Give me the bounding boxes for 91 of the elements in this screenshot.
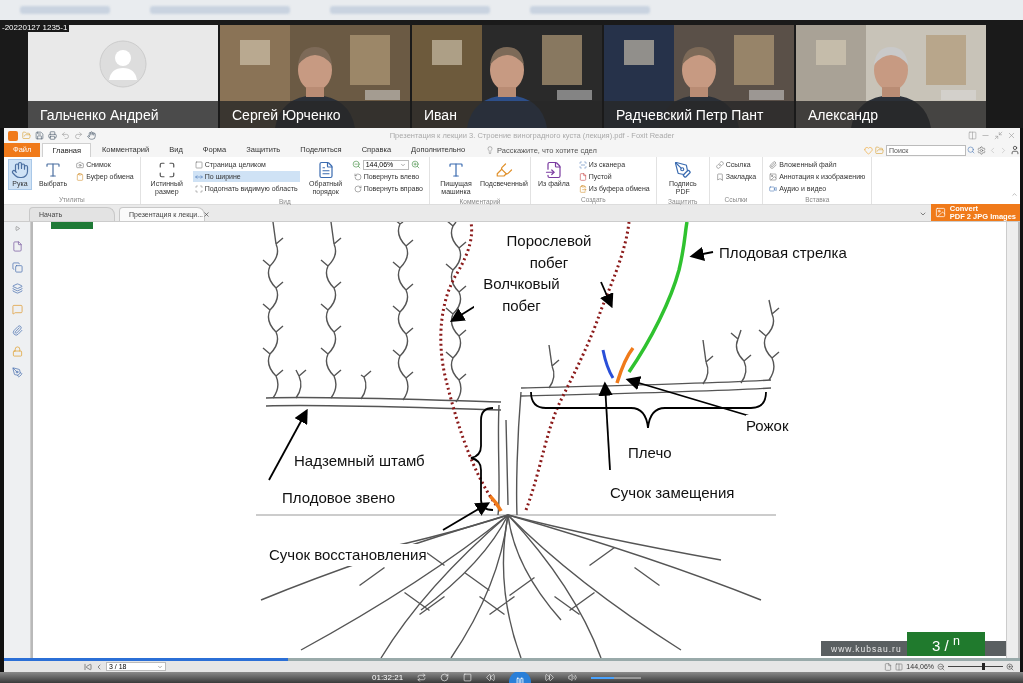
rotate-right-icon	[353, 184, 362, 193]
participant-name: Александр	[808, 106, 879, 123]
search-icon	[967, 146, 975, 154]
user-icon	[1010, 145, 1020, 155]
avatar-icon	[99, 39, 147, 88]
replacement-bud-mark	[601, 349, 615, 379]
link-icon	[715, 160, 724, 169]
spur-mark	[615, 346, 635, 384]
rotate-left-icon	[353, 172, 362, 181]
image-icon	[769, 172, 778, 181]
layers-icon	[11, 283, 23, 294]
paperclip-icon	[11, 325, 23, 336]
refresh-icon	[440, 673, 450, 682]
clipboard-icon	[578, 184, 587, 193]
single-page-icon	[884, 662, 893, 671]
fast-forward-icon	[545, 673, 555, 682]
camera-icon	[76, 160, 85, 169]
expand-icon	[14, 226, 20, 231]
page-icon	[194, 160, 203, 169]
lightbulb-icon	[486, 146, 495, 154]
participant-name: Иван	[424, 106, 457, 123]
zoom-in-icon	[1006, 662, 1014, 671]
diagram-label: Сучок восстановления	[269, 544, 427, 566]
hand-icon	[11, 161, 29, 179]
text-cursor-icon	[44, 161, 63, 179]
width-icon	[194, 172, 203, 181]
document-icon	[544, 161, 563, 179]
comment-icon	[11, 304, 23, 315]
caret-icon	[399, 161, 406, 168]
repeat-icon	[417, 673, 427, 682]
document-icon	[316, 161, 335, 179]
restore-icon	[994, 131, 1003, 140]
participant-name: Сергей Юрченко	[232, 106, 341, 123]
logo-icon	[51, 222, 93, 229]
caret-icon	[157, 663, 163, 670]
blank-page-icon	[578, 172, 587, 181]
fit-icon	[194, 184, 203, 193]
clipboard-icon	[76, 172, 85, 181]
zoom-out-icon	[937, 662, 945, 671]
arrow	[442, 502, 491, 531]
previous-page-icon	[95, 662, 103, 671]
volume-slider[interactable]	[591, 676, 642, 679]
app-logo-icon	[8, 130, 18, 141]
bookmark-icon	[715, 172, 724, 181]
pause-icon	[515, 676, 526, 683]
two-page-icon	[895, 662, 904, 671]
layout-icon	[968, 131, 977, 140]
arrow	[689, 246, 714, 261]
rewind-icon	[486, 673, 496, 682]
close-icon	[1007, 131, 1016, 140]
page-badge: 3 / $^{n}$	[907, 632, 985, 656]
arrow	[600, 281, 614, 309]
folder-icon	[22, 131, 31, 140]
paperclip-icon	[769, 160, 778, 169]
recording-label: -20220127 1235-1	[0, 23, 70, 32]
participant-name: Радчевский Петр Пант	[616, 106, 764, 123]
frame-icon	[157, 161, 176, 179]
signature-icon	[11, 367, 23, 378]
heart-icon	[864, 145, 873, 155]
spur-mark	[488, 494, 503, 512]
zoom-in-icon	[410, 160, 420, 169]
text-icon	[446, 161, 465, 179]
lock-icon	[11, 346, 23, 357]
close-icon[interactable]	[203, 211, 211, 218]
scrollbar[interactable]	[1006, 222, 1018, 658]
site-address: www.kubsau.ru	[831, 643, 902, 654]
video-icon	[769, 184, 778, 193]
scanner-icon	[578, 160, 587, 169]
folder-icon	[875, 145, 884, 155]
stop-icon	[463, 673, 473, 682]
undo-icon	[61, 131, 70, 140]
zoom-out-icon	[351, 160, 361, 169]
highlighter-icon	[494, 161, 513, 179]
settings-icon	[977, 145, 986, 155]
page-icon	[11, 241, 23, 252]
participant-name: Гальченко Андрей	[40, 106, 159, 123]
pages-icon	[11, 262, 23, 273]
pen-icon	[673, 161, 692, 179]
print-icon	[48, 131, 57, 140]
volume-icon	[568, 673, 578, 682]
collapse-icon	[1011, 191, 1018, 198]
forward-icon	[999, 145, 1008, 155]
playback-time: 01:32:21	[372, 673, 404, 682]
save-icon	[35, 131, 44, 140]
image-icon	[934, 207, 946, 218]
back-icon	[988, 145, 997, 155]
redo-icon	[74, 131, 83, 140]
first-page-icon	[84, 662, 92, 671]
hand-icon	[87, 131, 96, 140]
caret-icon	[918, 210, 927, 218]
seek-bar[interactable]	[4, 658, 1020, 661]
